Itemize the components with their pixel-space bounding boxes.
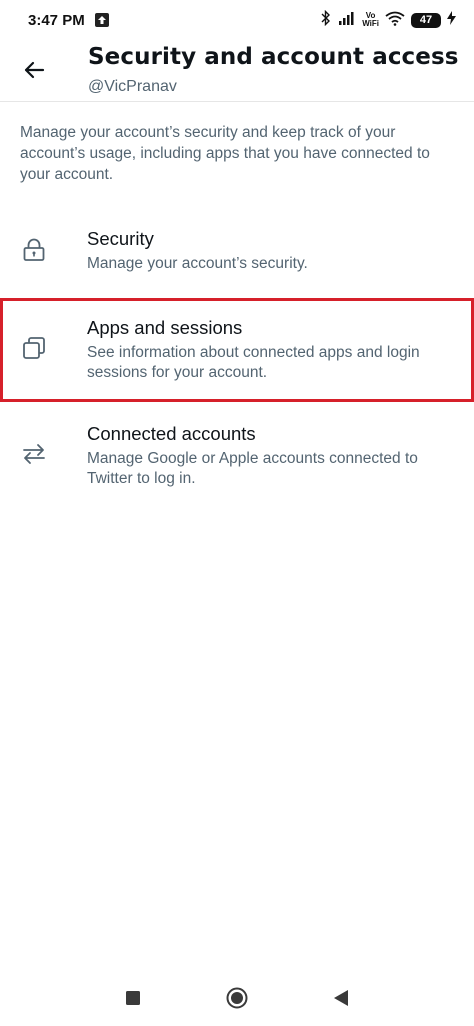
copy-windows-icon (20, 334, 48, 362)
lock-icon (20, 236, 48, 264)
system-nav-bar (0, 970, 474, 1026)
status-bar: 3:47 PM Vo WiFi 47 (0, 0, 474, 40)
battery-level: 47 (419, 13, 433, 26)
back-button[interactable] (20, 56, 48, 84)
wifi-icon (385, 11, 405, 30)
user-handle: @VicPranav (88, 78, 177, 95)
header: Security and account access @VicPranav (0, 40, 474, 102)
upload-notification-icon (94, 13, 109, 27)
signal-icon (338, 11, 356, 29)
menu-item-description: See information about connected apps and… (87, 344, 420, 381)
bluetooth-icon (320, 9, 332, 30)
arrow-left-icon (24, 61, 45, 79)
battery-indicator: 47 (411, 12, 441, 28)
status-right: Vo WiFi 47 (320, 9, 456, 30)
menu-item-description: Manage your account’s security. (87, 255, 308, 272)
menu-item-title: Apps and sessions (87, 317, 243, 338)
menu-item-title: Security (87, 228, 154, 249)
menu-item-description: Manage Google or Apple accounts connecte… (87, 450, 418, 487)
status-time: 3:47 PM (28, 11, 85, 29)
swap-arrows-icon (20, 440, 48, 468)
vowifi-bottom: WiFi (362, 19, 379, 28)
menu-item-connected-accounts[interactable]: Connected accounts Manage Google or Appl… (0, 418, 474, 498)
page-title: Security and account access (88, 44, 459, 70)
charging-icon (447, 11, 456, 29)
back-triangle-icon[interactable] (330, 987, 352, 1009)
recents-square-icon[interactable] (122, 987, 144, 1009)
vowifi-label: Vo WiFi (362, 12, 379, 28)
menu-item-security[interactable]: Security Manage your account’s security. (0, 220, 474, 290)
intro-text: Manage your account’s security and keep … (20, 124, 430, 183)
menu-item-apps-and-sessions[interactable]: Apps and sessions See information about … (0, 298, 474, 402)
home-circle-icon[interactable] (226, 987, 248, 1009)
status-left: 3:47 PM (28, 12, 109, 29)
menu-item-title: Connected accounts (87, 423, 256, 444)
